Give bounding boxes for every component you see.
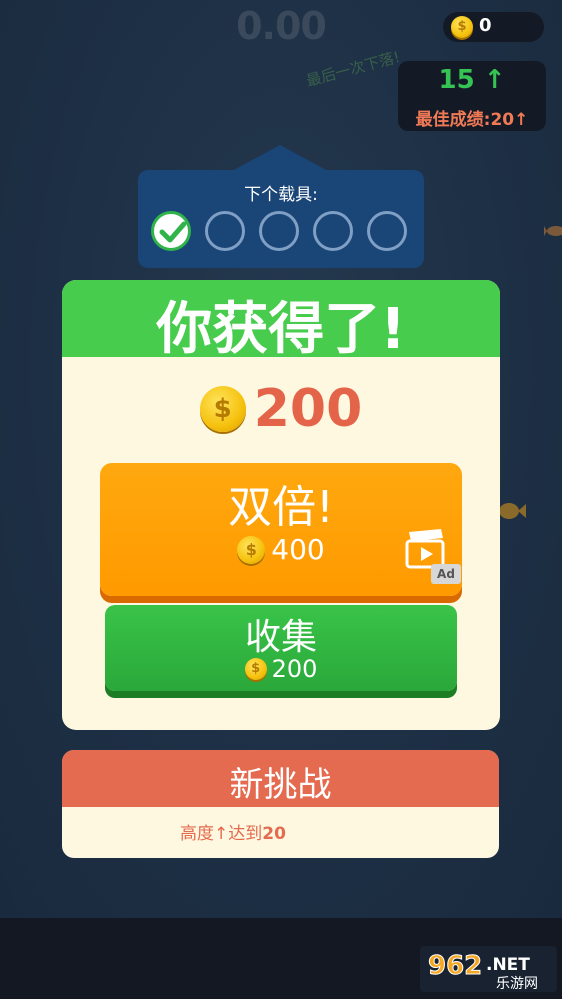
progress-slot — [259, 211, 299, 251]
score-display: 0.00 — [236, 4, 327, 48]
video-ad-icon — [405, 529, 445, 569]
fish-icon — [544, 226, 562, 236]
next-vehicle-panel: 下个载具: — [138, 170, 424, 268]
reward-title: 你获得了! — [156, 297, 406, 362]
double-amount-value: 400 — [271, 533, 325, 566]
progress-slot — [367, 211, 407, 251]
checkmark-icon — [159, 221, 187, 243]
progress-slot — [205, 211, 245, 251]
site-watermark-logo: 962 .NET 乐游网 — [420, 946, 557, 992]
next-vehicle-title: 下个载具: — [244, 185, 318, 205]
challenge-header: 新挑战 — [62, 750, 499, 807]
coin-icon: $ — [244, 658, 267, 680]
best-score-value: 20↑ — [490, 110, 529, 130]
coin-icon: $ — [199, 386, 246, 432]
current-height: 15 ↑ — [438, 65, 506, 95]
reward-amount: $200 — [62, 379, 500, 443]
coin-count: 0 — [479, 15, 492, 36]
coin-counter: $ 0 — [443, 12, 544, 42]
double-button-label: 双倍! — [228, 482, 334, 533]
collect-button[interactable]: 收集 $200 — [105, 605, 457, 691]
challenge-description: 高度↑达到20 — [180, 819, 286, 844]
svg-text:乐游网: 乐游网 — [496, 976, 538, 992]
best-score: 最佳成绩:20↑ — [398, 105, 546, 130]
new-challenge-panel[interactable]: 新挑战 高度↑达到20 — [62, 750, 499, 858]
challenge-desc-text: 高度↑达到 — [180, 824, 263, 844]
height-panel: 15 ↑ 最佳成绩:20↑ — [398, 61, 546, 131]
collect-button-amount: $200 — [105, 655, 457, 683]
best-score-label: 最佳成绩: — [415, 110, 491, 130]
next-vehicle-pointer — [232, 145, 328, 171]
challenge-title: 新挑战 — [229, 765, 332, 805]
coin-icon: $ — [451, 16, 473, 38]
collect-amount-value: 200 — [271, 655, 318, 683]
progress-slot — [313, 211, 353, 251]
svg-text:.NET: .NET — [486, 955, 530, 975]
reward-amount-value: 200 — [253, 379, 363, 439]
reward-header: 你获得了! — [62, 280, 500, 362]
double-reward-button[interactable]: 双倍! $400 Ad — [100, 463, 462, 596]
collect-button-label: 收集 — [244, 617, 317, 658]
ad-badge: Ad — [431, 564, 461, 584]
coin-icon: $ — [237, 535, 266, 564]
progress-slot-complete — [151, 211, 191, 251]
challenge-target-value: 20 — [262, 824, 286, 844]
fish-icon — [499, 503, 526, 519]
svg-text:962: 962 — [428, 951, 482, 981]
